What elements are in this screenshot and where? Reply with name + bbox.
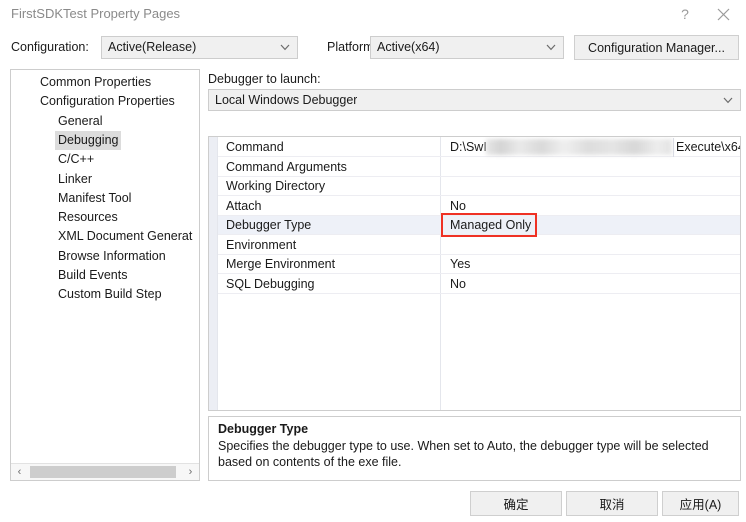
property-grid[interactable]: Command D:\SwI Execute\x64\R Command Argume…: [208, 136, 741, 411]
tree-item-xml-document-generat[interactable]: XML Document Generat: [11, 227, 195, 246]
tree-item-general[interactable]: General: [11, 112, 105, 131]
grid-row-name: Command: [226, 140, 284, 154]
configuration-dropdown[interactable]: Active(Release): [101, 36, 298, 59]
tree-item-custom-build-step[interactable]: Custom Build Step: [11, 285, 165, 304]
grid-row[interactable]: Attach No: [218, 197, 740, 216]
redacted-path-blur: [486, 139, 672, 155]
grid-row-value[interactable]: Yes: [450, 257, 470, 271]
tree-item-configuration-properties[interactable]: Configuration Properties: [11, 92, 178, 111]
tree-item-label: C/C++: [58, 152, 95, 167]
scrollbar-thumb[interactable]: [30, 466, 176, 478]
grid-row[interactable]: Working Directory: [218, 177, 740, 196]
grid-row-value[interactable]: Managed Only: [450, 218, 531, 232]
tree-item-label: XML Document Generat: [58, 229, 193, 244]
tree-item-label: Browse Information: [58, 248, 166, 263]
tree-item-build-events[interactable]: Build Events: [11, 266, 130, 285]
apply-button[interactable]: 应用(A): [662, 491, 739, 516]
close-icon[interactable]: [706, 0, 740, 29]
tree-item-label: Linker: [58, 171, 93, 186]
grid-row[interactable]: Environment: [218, 236, 740, 255]
tree-item-debugging[interactable]: Debugging: [11, 130, 122, 150]
tree-item-label: Manifest Tool: [58, 190, 132, 205]
debugger-to-launch-dropdown[interactable]: Local Windows Debugger: [208, 89, 741, 111]
grid-row-value-tail: Execute\x64\R: [676, 140, 740, 154]
grid-row-name: Merge Environment: [226, 257, 336, 271]
scroll-right-icon[interactable]: ›: [182, 464, 199, 480]
grid-row-name: Attach: [226, 198, 262, 213]
tree-item-c-c[interactable]: C/C++: [11, 150, 97, 169]
description-body: Specifies the debugger type to use. When…: [218, 439, 709, 469]
description-panel: Debugger Type Specifies the debugger typ…: [208, 416, 741, 481]
tree-item-label: Resources: [58, 210, 118, 225]
configuration-value: Active(Release): [108, 40, 197, 54]
ok-button[interactable]: 确定: [470, 491, 562, 516]
debugger-to-launch-value: Local Windows Debugger: [215, 93, 358, 107]
grid-row[interactable]: SQL Debugging No: [218, 275, 740, 294]
grid-row-name: Working Directory: [226, 179, 326, 193]
tree-item-label: Common Properties: [40, 75, 152, 89]
tree-item-manifest-tool[interactable]: Manifest Tool: [11, 189, 134, 208]
tree-item-label: Configuration Properties: [40, 94, 175, 109]
help-icon[interactable]: ?: [668, 0, 702, 29]
debugger-to-launch-label: Debugger to launch:: [208, 72, 321, 86]
tree-item-browse-information[interactable]: Browse Information: [11, 247, 169, 266]
grid-value-column-divider[interactable]: [673, 138, 674, 157]
grid-row[interactable]: Merge Environment Yes: [218, 255, 740, 274]
grid-row[interactable]: Debugger Type Managed Only: [218, 216, 740, 235]
description-title: Debugger Type: [218, 422, 309, 436]
grid-row[interactable]: Command D:\SwI Execute\x64\R: [218, 138, 740, 157]
tree-item-linker[interactable]: Linker: [11, 170, 95, 189]
grid-row-name: Debugger Type: [226, 218, 312, 232]
platform-dropdown[interactable]: Active(x64): [370, 36, 564, 59]
tree-item-common-properties[interactable]: Common Properties: [11, 73, 154, 92]
grid-row-value[interactable]: D:\SwI: [450, 140, 487, 154]
grid-row[interactable]: Command Arguments: [218, 158, 740, 177]
platform-value: Active(x64): [377, 40, 440, 54]
tree-item-label: Build Events: [58, 268, 128, 282]
grid-row-name: Environment: [226, 237, 297, 252]
tree-item-label: General: [58, 113, 103, 128]
grid-row-value[interactable]: No: [450, 277, 466, 291]
configuration-label: Configuration:: [11, 40, 89, 54]
chevron-down-icon: [546, 44, 556, 51]
title-bar: FirstSDKTest Property Pages ?: [0, 0, 746, 29]
chevron-down-icon: [280, 44, 290, 51]
tree-item-resources[interactable]: Resources: [11, 208, 121, 227]
grid-row-name: SQL Debugging: [226, 276, 315, 291]
properties-tree-panel: Common Properties Configuration Propertie…: [10, 69, 200, 481]
grid-row-name: Command Arguments: [226, 159, 347, 174]
chevron-down-icon: [723, 97, 733, 104]
tree-item-label: Custom Build Step: [58, 287, 162, 302]
tree-horizontal-scrollbar[interactable]: ‹ ›: [11, 463, 199, 480]
tree-item-label: Debugging: [55, 130, 122, 150]
grid-row-value[interactable]: No: [450, 199, 466, 213]
scroll-left-icon[interactable]: ‹: [11, 464, 28, 480]
configuration-manager-button[interactable]: Configuration Manager...: [574, 35, 739, 60]
cancel-button[interactable]: 取消: [566, 491, 658, 516]
grid-gutter: [209, 137, 218, 410]
window-title: FirstSDKTest Property Pages: [11, 6, 181, 21]
